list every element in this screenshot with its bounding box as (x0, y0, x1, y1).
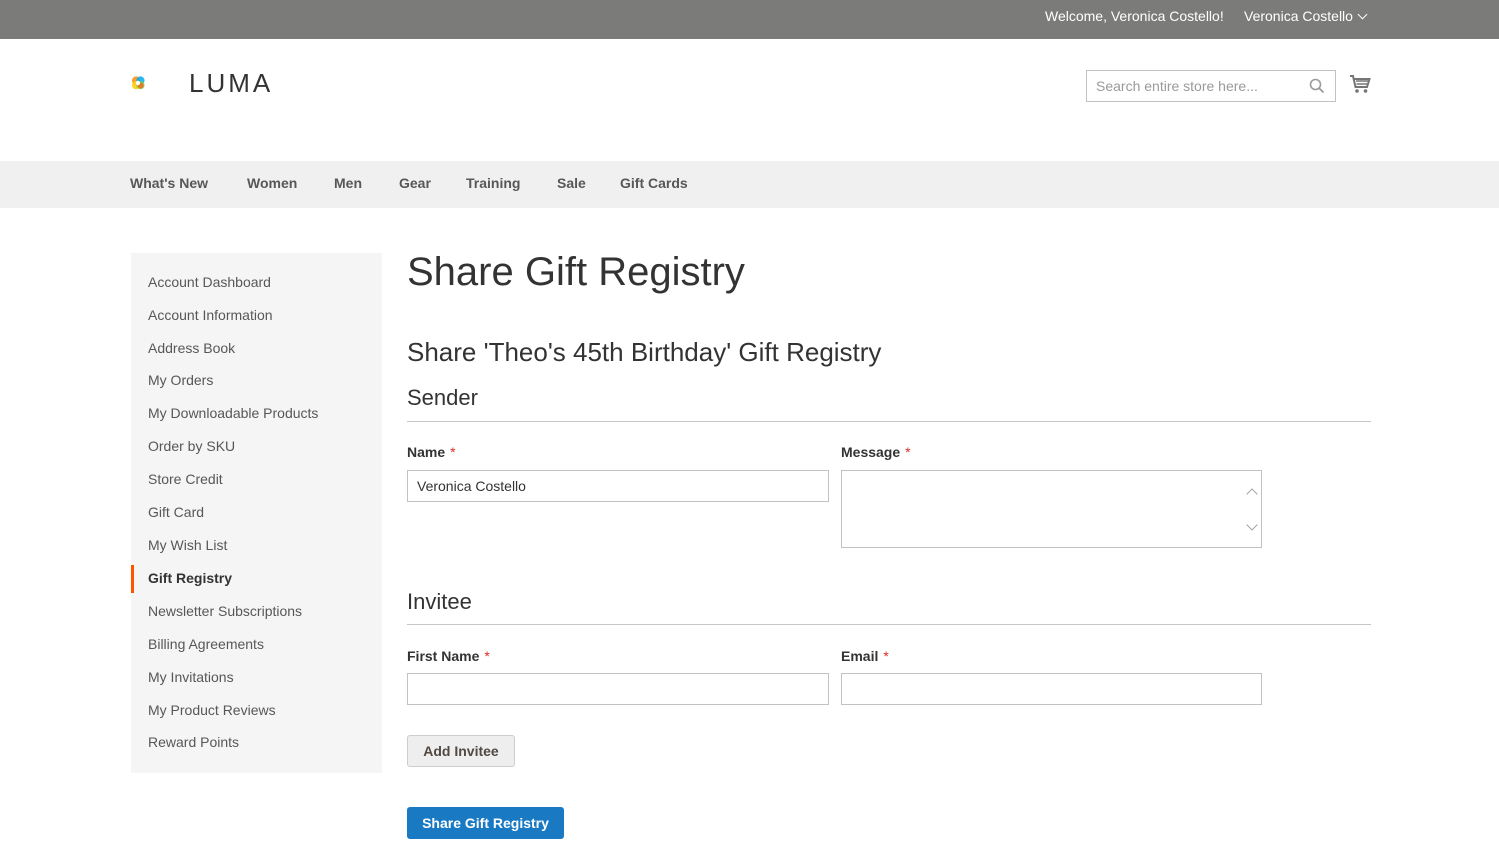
sidebar-item-billing-agreements[interactable]: Billing Agreements (148, 636, 264, 652)
scroll-up-icon[interactable] (1246, 488, 1258, 500)
sidebar-item-product-reviews[interactable]: My Product Reviews (148, 702, 276, 718)
required-mark: * (883, 648, 889, 664)
main-navigation: What's New Women Men Gear Training Sale … (0, 161, 1499, 208)
nav-item-men[interactable]: Men (334, 175, 362, 191)
invitee-legend: Invitee (407, 589, 472, 614)
add-invitee-button[interactable]: Add Invitee (407, 735, 515, 767)
sidebar-item-my-orders[interactable]: My Orders (148, 372, 213, 388)
sidebar-item-wish-list[interactable]: My Wish List (148, 537, 227, 553)
name-label: Name * (407, 444, 456, 460)
message-label: Message * (841, 444, 911, 460)
message-textarea[interactable] (841, 470, 1262, 548)
first-name-label: First Name * (407, 648, 490, 664)
nav-item-whats-new[interactable]: What's New (130, 175, 208, 191)
sidebar-item-invitations[interactable]: My Invitations (148, 669, 234, 685)
customer-menu-toggle[interactable]: Veronica Costello (1244, 8, 1368, 24)
sidebar-item-gift-registry[interactable]: Gift Registry (148, 570, 232, 586)
sidebar-item-order-by-sku[interactable]: Order by SKU (148, 438, 235, 454)
invitee-divider (407, 624, 1371, 625)
nav-item-training[interactable]: Training (466, 175, 520, 191)
registry-subtitle: Share 'Theo's 45th Birthday' Gift Regist… (407, 337, 882, 367)
sidebar-item-account-information[interactable]: Account Information (148, 307, 273, 323)
sidebar-item-downloadable-products[interactable]: My Downloadable Products (148, 405, 318, 421)
account-sidebar: Account Dashboard Account Information Ad… (131, 253, 382, 773)
sidebar-item-reward-points[interactable]: Reward Points (148, 734, 239, 750)
scroll-down-icon[interactable] (1246, 519, 1258, 531)
sidebar-item-address-book[interactable]: Address Book (148, 340, 235, 356)
sidebar-item-newsletter[interactable]: Newsletter Subscriptions (148, 603, 302, 619)
sender-divider (407, 421, 1371, 422)
search-box (1086, 70, 1336, 102)
chevron-down-icon (1357, 9, 1368, 20)
nav-item-women[interactable]: Women (247, 175, 297, 191)
search-input[interactable] (1087, 71, 1297, 101)
required-mark: * (905, 444, 911, 460)
luma-logo-icon[interactable] (131, 61, 177, 105)
email-label: Email * (841, 648, 889, 664)
search-icon[interactable] (1309, 78, 1325, 94)
top-panel: Welcome, Veronica Costello! Veronica Cos… (0, 0, 1499, 39)
sidebar-item-store-credit[interactable]: Store Credit (148, 471, 223, 487)
required-mark: * (450, 444, 456, 460)
sidebar-item-account-dashboard[interactable]: Account Dashboard (148, 274, 271, 290)
cart-icon[interactable] (1349, 73, 1371, 95)
active-marker (131, 565, 134, 593)
sender-legend: Sender (407, 385, 478, 410)
page-title: Share Gift Registry (407, 250, 745, 294)
sidebar-item-gift-card[interactable]: Gift Card (148, 504, 204, 520)
textarea-scrollbar[interactable] (1244, 471, 1261, 547)
invitee-first-name-input[interactable] (407, 673, 829, 705)
sender-name-input[interactable] (407, 470, 829, 502)
nav-item-gift-cards[interactable]: Gift Cards (620, 175, 688, 191)
welcome-message: Welcome, Veronica Costello! (1045, 8, 1224, 24)
customer-name: Veronica Costello (1244, 8, 1353, 24)
share-gift-registry-button[interactable]: Share Gift Registry (407, 807, 564, 839)
invitee-email-input[interactable] (841, 673, 1262, 705)
logo-text[interactable]: LUMA (189, 68, 273, 99)
nav-item-sale[interactable]: Sale (557, 175, 586, 191)
nav-item-gear[interactable]: Gear (399, 175, 431, 191)
required-mark: * (484, 648, 490, 664)
